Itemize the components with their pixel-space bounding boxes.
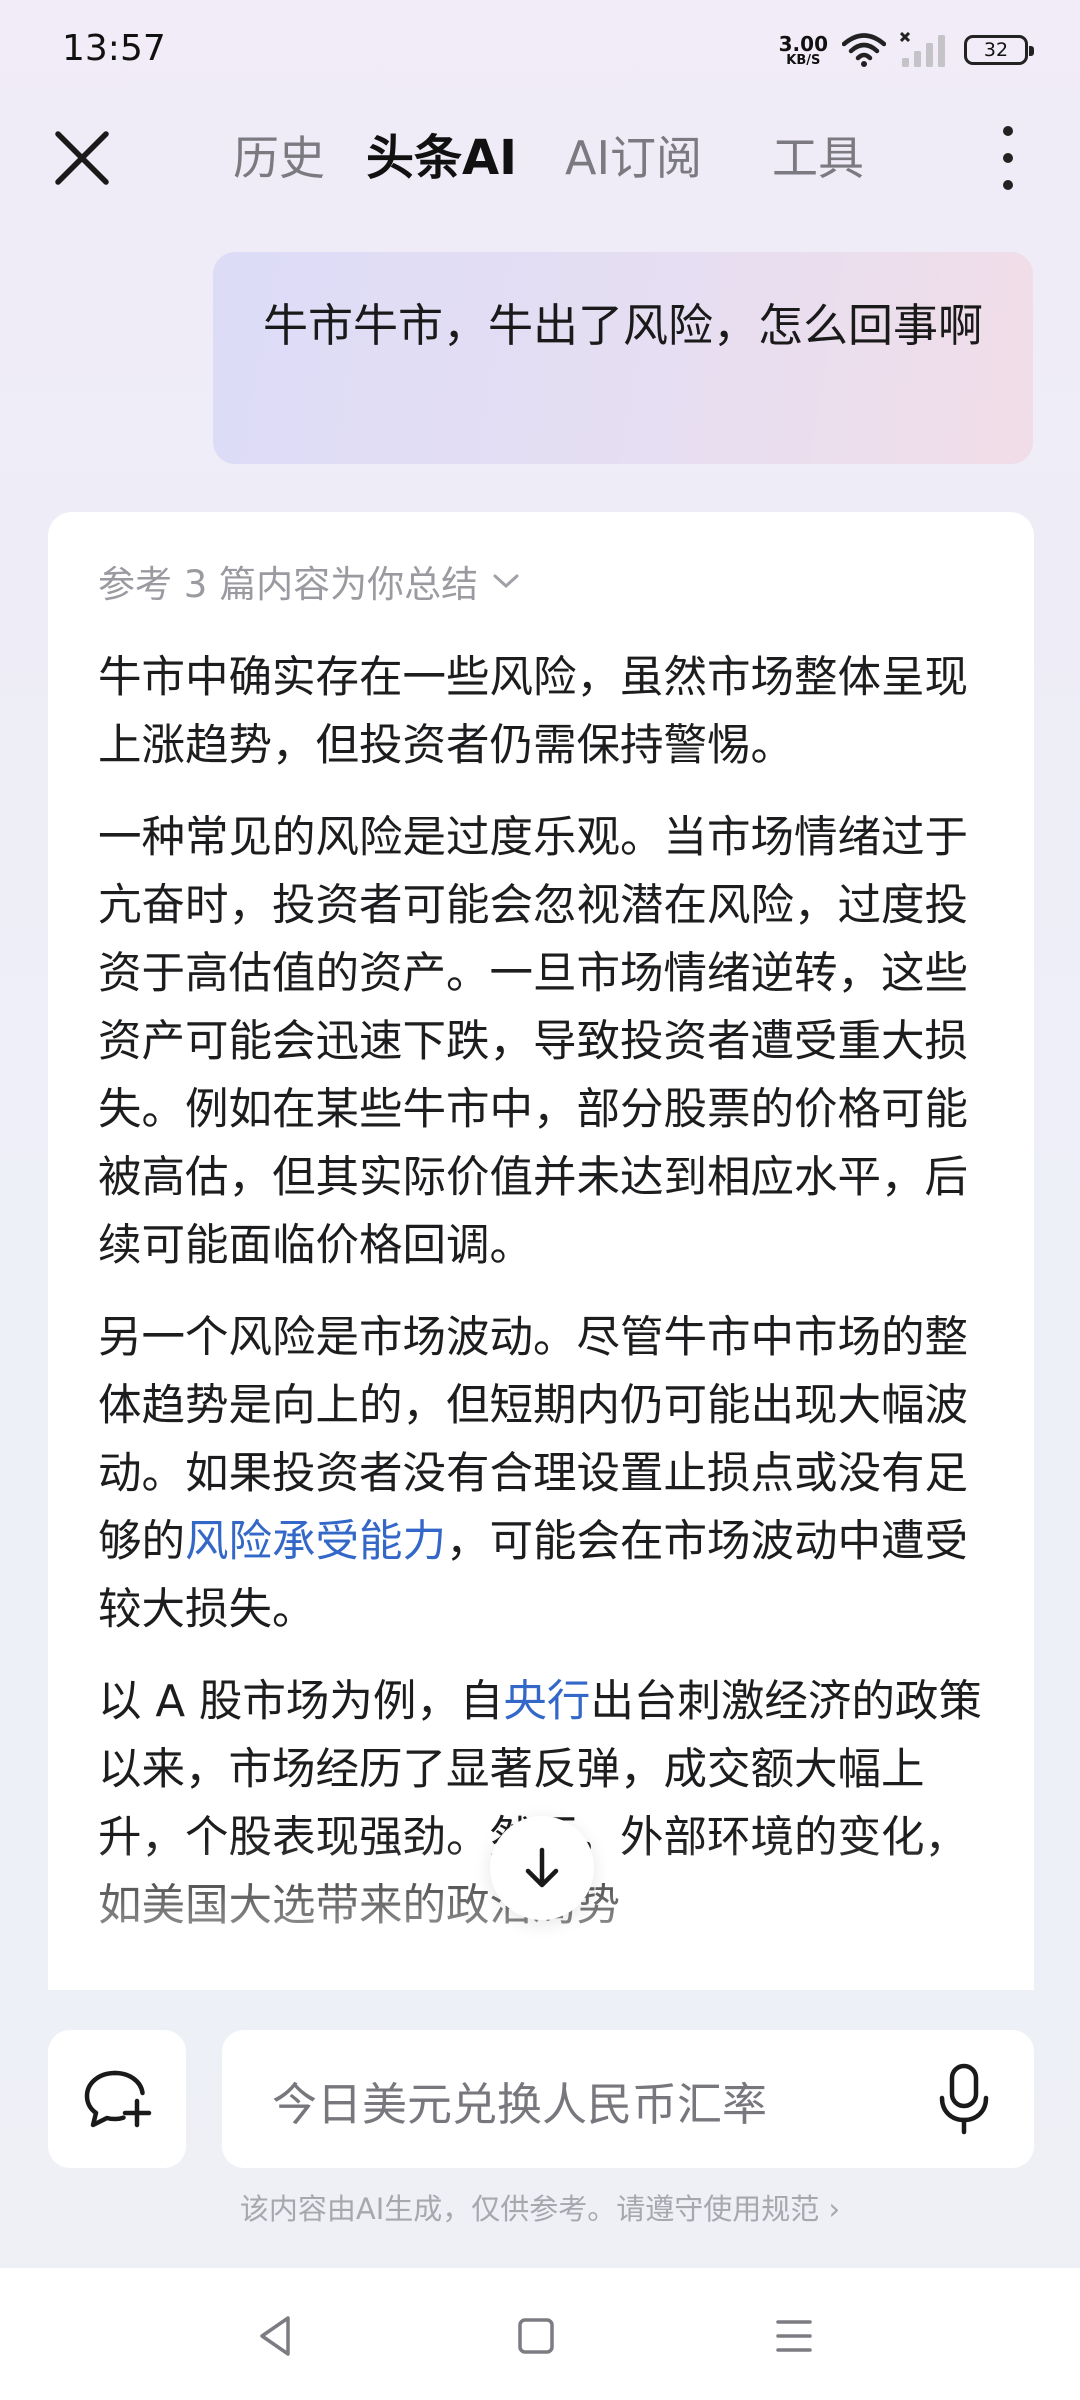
system-nav-bar [0, 2268, 1080, 2400]
microphone-icon [939, 2063, 989, 2135]
more-dot-icon [1003, 126, 1013, 136]
tab-tools[interactable]: 工具 [772, 130, 864, 186]
tab-history[interactable]: 历史 [233, 130, 325, 186]
close-button[interactable] [50, 126, 114, 190]
tab-toutiao-ai[interactable]: 头条AI [366, 130, 517, 186]
signal-icon [900, 32, 945, 67]
chat-input[interactable]: 今日美元兑换人民币汇率 [222, 2030, 1034, 2168]
scroll-to-bottom-button[interactable] [490, 1816, 594, 1920]
answer-paragraph: 另一个风险是市场波动。尽管牛市中市场的整体趋势是向上的，但短期内仍可能出现大幅波… [98, 1304, 998, 1644]
battery-icon: 32 [964, 35, 1034, 65]
term-link-risk-tolerance[interactable]: 风险承受能力 [185, 1517, 446, 1567]
more-dot-icon [1003, 180, 1013, 190]
term-link-central-bank[interactable]: 央行 [503, 1677, 590, 1727]
ai-disclaimer-link[interactable]: 该内容由AI生成，仅供参考。请遵守使用规范 › [0, 2186, 1080, 2228]
answer-body: 牛市中确实存在一些风险，虽然市场整体呈现上涨趋势，但投资者仍需保持警惕。 一种常… [98, 644, 998, 1964]
user-message-bubble[interactable]: 牛市牛市，牛出了风险，怎么回事啊 [213, 252, 1033, 464]
new-chat-icon [84, 2070, 152, 2128]
home-square-icon [518, 2318, 554, 2354]
menu-lines-icon [776, 2320, 812, 2352]
more-button[interactable] [986, 118, 1030, 198]
status-bar: 13:57 3.00 KB/S 32 [0, 0, 1080, 100]
back-button[interactable] [252, 2312, 300, 2360]
reference-summary-text: 参考 3 篇内容为你总结 [98, 563, 479, 606]
arrow-down-icon [525, 1847, 559, 1888]
battery-level: 32 [983, 39, 1009, 61]
status-time: 13:57 [62, 28, 166, 69]
wifi-icon [842, 33, 886, 67]
more-dot-icon [1003, 153, 1013, 163]
network-speed-unit: KB/S [786, 52, 821, 68]
answer-paragraph: 牛市中确实存在一些风险，虽然市场整体呈现上涨趋势，但投资者仍需保持警惕。 [98, 653, 968, 771]
answer-text: 以 A 股市场为例，自 [98, 1677, 504, 1727]
status-icons: 3.00 KB/S 32 [779, 26, 1034, 74]
top-nav: 历史 头条AI AI订阅 工具 [0, 110, 1080, 206]
tab-ai-subscription[interactable]: AI订阅 [565, 130, 702, 186]
chevron-down-icon [493, 574, 519, 589]
chat-input-placeholder: 今日美元兑换人民币汇率 [272, 2078, 768, 2131]
answer-paragraph: 一种常见的风险是过度乐观。当市场情绪过于亢奋时，投资者可能会忽视潜在风险，过度投… [98, 813, 968, 1271]
reference-summary-toggle[interactable]: 参考 3 篇内容为你总结 [98, 554, 520, 608]
ai-answer-card: 参考 3 篇内容为你总结 牛市中确实存在一些风险，虽然市场整体呈现上涨趋势，但投… [48, 512, 1034, 1990]
new-chat-button[interactable] [48, 2030, 186, 2168]
back-triangle-icon [260, 2316, 290, 2356]
recent-apps-button[interactable] [770, 2312, 818, 2360]
home-button[interactable] [512, 2312, 560, 2360]
network-speed-value: 3.00 [778, 31, 828, 56]
close-icon [55, 131, 109, 185]
network-speed: 3.00 KB/S [779, 34, 828, 67]
voice-input-button[interactable] [934, 2062, 994, 2136]
